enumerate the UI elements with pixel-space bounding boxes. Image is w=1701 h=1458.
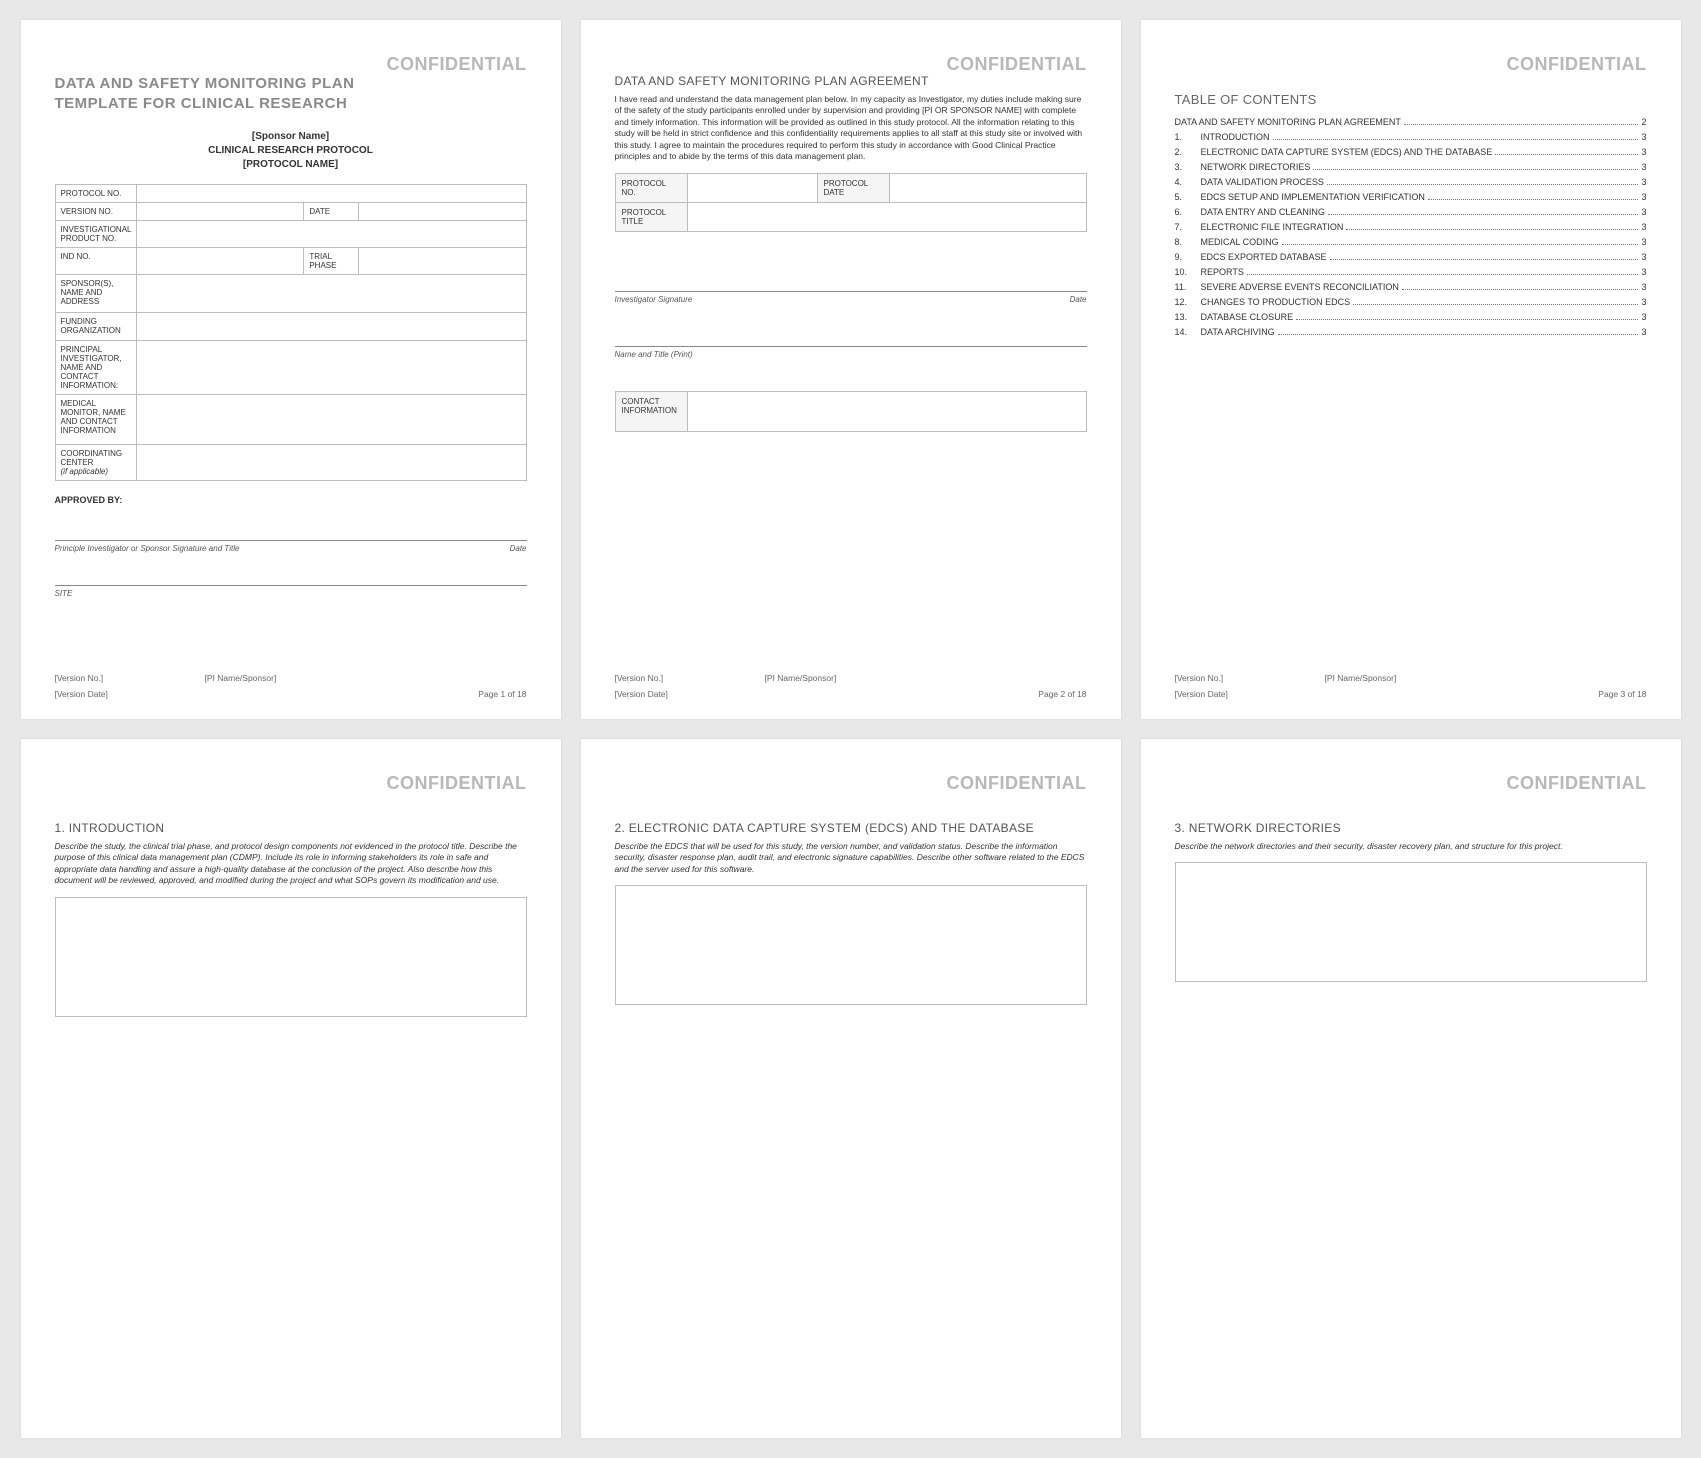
network-title: 3. NETWORK DIRECTORIES bbox=[1175, 821, 1647, 835]
toc-row: 6.DATA ENTRY AND CLEANING3 bbox=[1175, 207, 1647, 217]
agreement-title: DATA AND SAFETY MONITORING PLAN AGREEMEN… bbox=[615, 74, 1087, 88]
signature-line-2 bbox=[55, 585, 527, 586]
signature-line-1 bbox=[55, 540, 527, 541]
label-pi: PRINCIPAL INVESTIGATOR, NAME AND CONTACT… bbox=[55, 341, 137, 395]
toc-row: 5.EDCS SETUP AND IMPLEMENTATION VERIFICA… bbox=[1175, 192, 1647, 202]
signature-caption-1: Principle Investigator or Sponsor Signat… bbox=[55, 544, 527, 553]
label-version-no: VERSION NO. bbox=[55, 203, 137, 221]
label-funding: FUNDING ORGANIZATION bbox=[55, 313, 137, 341]
toc-row: 10.REPORTS3 bbox=[1175, 267, 1647, 277]
investigator-sig-caption: Investigator SignatureDate bbox=[615, 295, 1087, 304]
page-1: CONFIDENTIAL DATA AND SAFETY MONITORING … bbox=[21, 20, 561, 719]
agreement-paragraph: I have read and understand the data mana… bbox=[615, 94, 1087, 163]
page-4: CONFIDENTIAL 1. INTRODUCTION Describe th… bbox=[21, 739, 561, 1438]
label-date: DATE bbox=[304, 203, 359, 221]
protocol-name: [PROTOCOL NAME] bbox=[55, 159, 527, 170]
field-version-no[interactable] bbox=[137, 203, 304, 221]
edcs-text: Describe the EDCS that will be used for … bbox=[615, 841, 1087, 875]
label-inv-product: INVESTIGATIONAL PRODUCT NO. bbox=[55, 221, 137, 248]
field-inv-product[interactable] bbox=[137, 221, 526, 248]
protocol-label: CLINICAL RESEARCH PROTOCOL bbox=[55, 145, 527, 156]
toc-row: 12.CHANGES TO PRODUCTION EDCS3 bbox=[1175, 297, 1647, 307]
field-trial-phase[interactable] bbox=[359, 248, 526, 275]
introduction-input-box[interactable] bbox=[55, 897, 527, 1017]
field-coord[interactable] bbox=[137, 445, 526, 481]
page-footer: [Version No.][PI Name/Sponsor] [Version … bbox=[55, 673, 527, 699]
table-of-contents: DATA AND SAFETY MONITORING PLAN AGREEMEN… bbox=[1175, 117, 1647, 337]
toc-row: DATA AND SAFETY MONITORING PLAN AGREEMEN… bbox=[1175, 117, 1647, 127]
field-pi[interactable] bbox=[137, 341, 526, 395]
confidential-watermark: CONFIDENTIAL bbox=[387, 773, 527, 794]
toc-row: 2.ELECTRONIC DATA CAPTURE SYSTEM (EDCS) … bbox=[1175, 147, 1647, 157]
name-title-line bbox=[615, 346, 1087, 347]
label-contact: CONTACT INFORMATION bbox=[615, 391, 687, 431]
network-text: Describe the network directories and the… bbox=[1175, 841, 1647, 852]
confidential-watermark: CONFIDENTIAL bbox=[1507, 54, 1647, 75]
edcs-input-box[interactable] bbox=[615, 885, 1087, 1005]
field-protocol-date[interactable] bbox=[889, 173, 1086, 202]
toc-row: 11.SEVERE ADVERSE EVENTS RECONCILIATION3 bbox=[1175, 282, 1647, 292]
field-medical[interactable] bbox=[137, 395, 526, 445]
toc-row: 13.DATABASE CLOSURE3 bbox=[1175, 312, 1647, 322]
name-title-caption: Name and Title (Print) bbox=[615, 350, 1087, 359]
page-footer: [Version No.][PI Name/Sponsor] [Version … bbox=[615, 673, 1087, 699]
toc-row: 9.EDCS EXPORTED DATABASE3 bbox=[1175, 252, 1647, 262]
label-protocol-no-2: PROTOCOL NO. bbox=[615, 173, 687, 202]
sponsor-name: [Sponsor Name] bbox=[55, 131, 527, 142]
network-input-box[interactable] bbox=[1175, 862, 1647, 982]
footer-page: Page 1 of 18 bbox=[478, 689, 526, 699]
footer-version: [Version No.] bbox=[55, 673, 205, 683]
field-ind-no[interactable] bbox=[137, 248, 304, 275]
toc-row: 3.NETWORK DIRECTORIES3 bbox=[1175, 162, 1647, 172]
footer-pi: [PI Name/Sponsor] bbox=[205, 673, 277, 683]
investigator-sig-line bbox=[615, 291, 1087, 292]
field-protocol-title[interactable] bbox=[687, 202, 1086, 231]
introduction-title: 1. INTRODUCTION bbox=[55, 821, 527, 835]
label-sponsor: SPONSOR(S), NAME AND ADDRESS bbox=[55, 275, 137, 313]
toc-row: 7.ELECTRONIC FILE INTEGRATION3 bbox=[1175, 222, 1647, 232]
edcs-title: 2. ELECTRONIC DATA CAPTURE SYSTEM (EDCS)… bbox=[615, 821, 1087, 835]
page-6: CONFIDENTIAL 3. NETWORK DIRECTORIES Desc… bbox=[1141, 739, 1681, 1438]
field-sponsor[interactable] bbox=[137, 275, 526, 313]
toc-title: TABLE OF CONTENTS bbox=[1175, 92, 1647, 107]
document-title: DATA AND SAFETY MONITORING PLAN TEMPLATE… bbox=[55, 74, 355, 113]
signature-caption-2: SITE bbox=[55, 589, 527, 598]
confidential-watermark: CONFIDENTIAL bbox=[387, 54, 527, 75]
field-protocol-no[interactable] bbox=[137, 185, 526, 203]
header-block: [Sponsor Name] CLINICAL RESEARCH PROTOCO… bbox=[55, 131, 527, 170]
confidential-watermark: CONFIDENTIAL bbox=[947, 54, 1087, 75]
confidential-watermark: CONFIDENTIAL bbox=[947, 773, 1087, 794]
page-2: CONFIDENTIAL DATA AND SAFETY MONITORING … bbox=[581, 20, 1121, 719]
label-coord: COORDINATING CENTER(if applicable) bbox=[55, 445, 137, 481]
field-protocol-no-2[interactable] bbox=[687, 173, 817, 202]
confidential-watermark: CONFIDENTIAL bbox=[1507, 773, 1647, 794]
label-medical: MEDICAL MONITOR, NAME AND CONTACT INFORM… bbox=[55, 395, 137, 445]
label-protocol-title: PROTOCOL TITLE bbox=[615, 202, 687, 231]
label-protocol-date: PROTOCOL DATE bbox=[817, 173, 889, 202]
introduction-text: Describe the study, the clinical trial p… bbox=[55, 841, 527, 887]
footer-vdate: [Version Date] bbox=[55, 689, 108, 699]
page-3: CONFIDENTIAL TABLE OF CONTENTS DATA AND … bbox=[1141, 20, 1681, 719]
page-footer: [Version No.][PI Name/Sponsor] [Version … bbox=[1175, 673, 1647, 699]
toc-row: 8.MEDICAL CODING3 bbox=[1175, 237, 1647, 247]
page-5: CONFIDENTIAL 2. ELECTRONIC DATA CAPTURE … bbox=[581, 739, 1121, 1438]
field-funding[interactable] bbox=[137, 313, 526, 341]
label-ind-no: IND NO. bbox=[55, 248, 137, 275]
toc-row: 1.INTRODUCTION3 bbox=[1175, 132, 1647, 142]
approved-by-label: APPROVED BY: bbox=[55, 495, 527, 505]
field-date[interactable] bbox=[359, 203, 526, 221]
label-protocol-no: PROTOCOL NO. bbox=[55, 185, 137, 203]
contact-info-table: CONTACT INFORMATION bbox=[615, 391, 1087, 432]
toc-row: 4.DATA VALIDATION PROCESS3 bbox=[1175, 177, 1647, 187]
toc-row: 14.DATA ARCHIVING3 bbox=[1175, 327, 1647, 337]
field-contact[interactable] bbox=[687, 391, 1086, 431]
protocol-info-table: PROTOCOL NO. PROTOCOL DATE PROTOCOL TITLE bbox=[615, 173, 1087, 232]
label-trial-phase: TRIAL PHASE bbox=[304, 248, 359, 275]
protocol-form-table: PROTOCOL NO. VERSION NO. DATE INVESTIGATI… bbox=[55, 184, 527, 481]
